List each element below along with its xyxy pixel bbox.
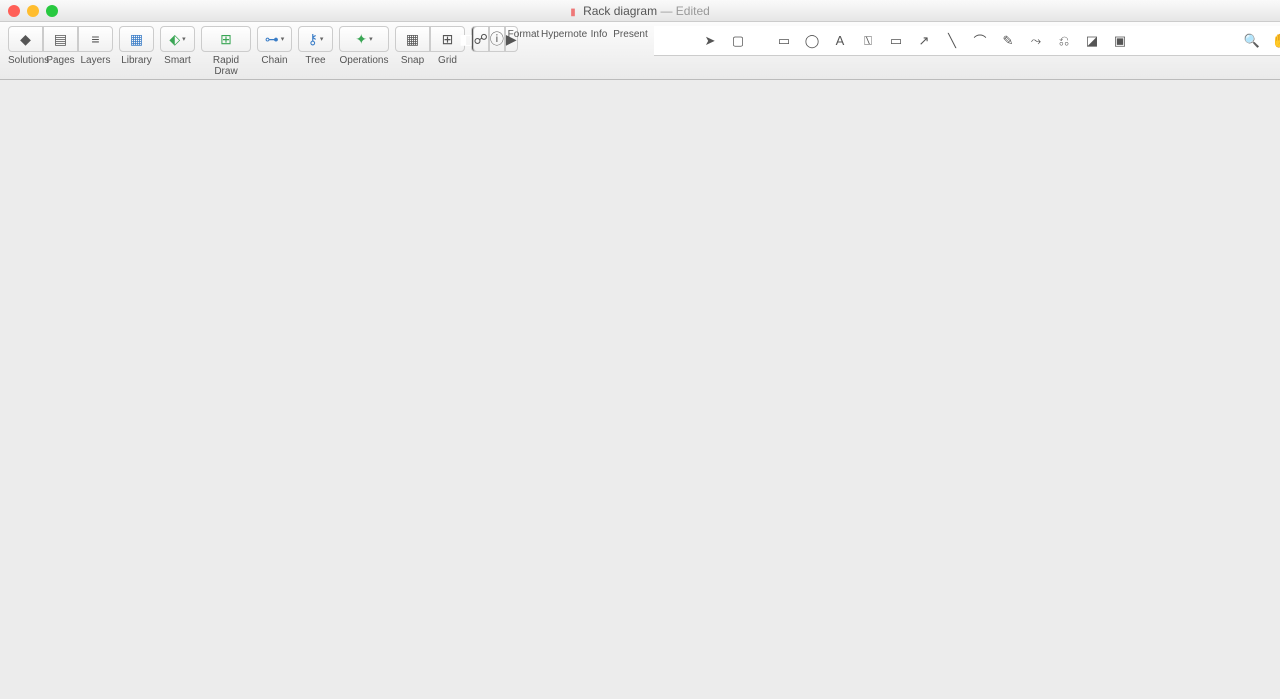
shape-tool[interactable]: ◪ [1080,30,1104,52]
pages-button[interactable]: ▤ [43,26,78,52]
format-button[interactable]: ◧ ☍ ⓘ ▶ [471,26,506,52]
ellipse-tool[interactable]: ◯ [800,30,824,52]
bezier-tool[interactable]: ⤳ [1024,30,1048,52]
textbox-tool[interactable]: ⍂ [856,30,880,52]
title-text: Rack diagram [583,4,657,18]
solutions-label: Solutions [8,55,43,66]
main-toolbar: ◆ ▤ ≡ Solutions Pages Layers ▦ Library ⬖… [0,22,1280,80]
edited-label: — Edited [660,4,709,18]
layers-label: Layers [78,55,113,66]
solutions-group: ◆ ▤ ≡ Solutions Pages Layers [8,26,113,66]
pointer-tool[interactable]: ➤ [698,30,722,52]
chain-button[interactable]: ⊶▾ [257,26,292,52]
curve-tool[interactable]: ⌒ [968,30,992,52]
text-tool[interactable]: A [828,30,852,52]
window-controls [8,5,58,17]
close-icon[interactable] [8,5,20,17]
rect-tool[interactable]: ▭ [772,30,796,52]
library-label: Library [121,55,152,66]
pages-label: Pages [43,55,78,66]
window-title: ▮ Rack diagram — Edited [570,4,710,18]
document-icon: ▮ [570,7,576,18]
note-tool[interactable]: ▭ [884,30,908,52]
snap-button[interactable]: ▦ [395,26,430,52]
hand-tool[interactable]: ✋ [1268,30,1280,52]
arrow-tool[interactable]: ↗ [912,30,936,52]
titlebar: ▮ Rack diagram — Edited [0,0,1280,22]
smart-button[interactable]: ⬖▾ [160,26,195,52]
layers-button[interactable]: ≡ [78,26,113,52]
minimize-icon[interactable] [27,5,39,17]
library-button[interactable]: ▦ [119,26,154,52]
pen-tool[interactable]: ✎ [996,30,1020,52]
tree-button[interactable]: ⚷▾ [298,26,333,52]
group-tool[interactable]: ▣ [1108,30,1132,52]
connector-tool[interactable]: ⎌ [1052,30,1076,52]
hypernote-button[interactable]: ☍ [473,26,489,52]
solutions-button[interactable]: ◆ [8,26,43,52]
maximize-icon[interactable] [46,5,58,17]
zoom-in-icon[interactable]: 🔍 [1240,30,1264,52]
shape-toolbar: ➤ ▢ ▭ ◯ A ⍂ ▭ ↗ ╲ ⌒ ✎ ⤳ ⎌ ◪ ▣ 🔍 ✋ ▲ ✐ ◇ … [654,26,1280,56]
marquee-tool[interactable]: ▢ [726,30,750,52]
info-button[interactable]: ⓘ [489,26,505,52]
rapid-button[interactable]: ⊞ [201,26,251,52]
line-tool[interactable]: ╲ [940,30,964,52]
operations-button[interactable]: ✦▾ [339,26,389,52]
